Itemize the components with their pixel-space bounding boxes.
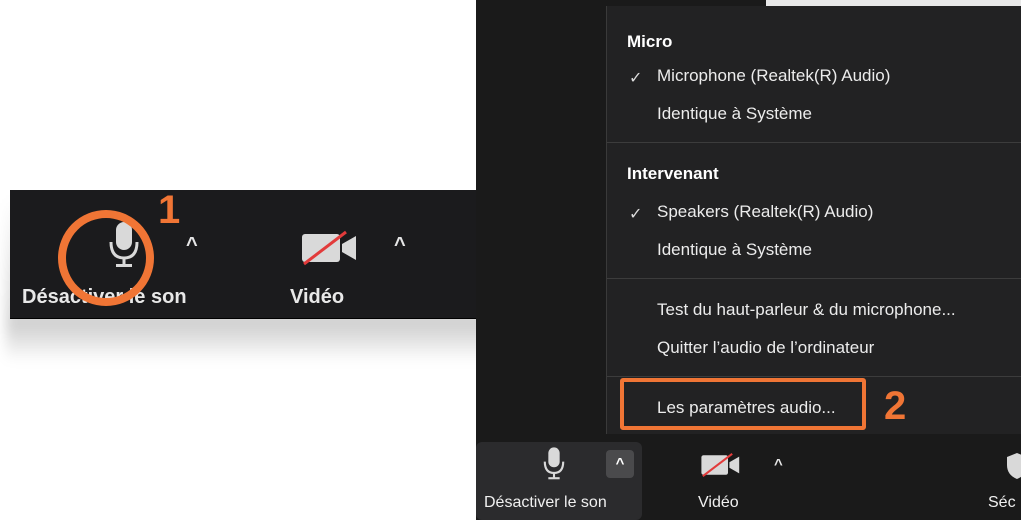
menu-item-microphone-realtek[interactable]: Microphone (Realtek(R) Audio) [657, 66, 890, 86]
zoom-window: Micro ✓ Microphone (Realtek(R) Audio) Id… [476, 0, 1021, 520]
shield-icon[interactable] [1006, 452, 1021, 480]
callout-rect-2 [620, 378, 866, 430]
menu-item-speaker-same-as-system[interactable]: Identique à Système [657, 240, 812, 260]
video-off-icon[interactable] [700, 452, 742, 478]
microphone-icon [543, 447, 565, 480]
video-label: Vidéo [698, 494, 739, 511]
menu-divider [607, 376, 1021, 377]
menu-item-leave-computer-audio[interactable]: Quitter l’audio de l’ordinateur [657, 338, 874, 358]
mute-options-caret[interactable]: ^ [606, 450, 634, 478]
video-options-caret[interactable]: ^ [394, 234, 406, 257]
video-options-caret[interactable]: ^ [774, 456, 783, 473]
speaker-section-title: Intervenant [627, 164, 719, 183]
mute-label: Désactiver le son [484, 494, 607, 511]
check-icon: ✓ [629, 206, 643, 223]
check-icon: ✓ [629, 70, 643, 87]
meeting-toolbar: ^ Désactiver le son ^ Vidéo Séc [476, 438, 1021, 520]
menu-divider [607, 142, 1021, 143]
video-label: Vidéo [290, 286, 345, 308]
security-label: Séc [988, 494, 1016, 511]
audio-menu: Micro ✓ Microphone (Realtek(R) Audio) Id… [606, 6, 1021, 434]
micro-section-title: Micro [627, 32, 673, 51]
video-off-icon[interactable] [300, 230, 360, 266]
menu-divider [607, 278, 1021, 279]
menu-item-test-speaker-mic[interactable]: Test du haut-parleur & du microphone... [657, 300, 956, 320]
callout-number-2: 2 [884, 384, 907, 428]
callout-number-1: 1 [158, 188, 181, 232]
menu-item-speakers-realtek[interactable]: Speakers (Realtek(R) Audio) [657, 202, 873, 222]
callout-circle-1 [58, 210, 154, 306]
menu-item-mic-same-as-system[interactable]: Identique à Système [657, 104, 812, 124]
mute-options-caret[interactable]: ^ [186, 234, 198, 257]
